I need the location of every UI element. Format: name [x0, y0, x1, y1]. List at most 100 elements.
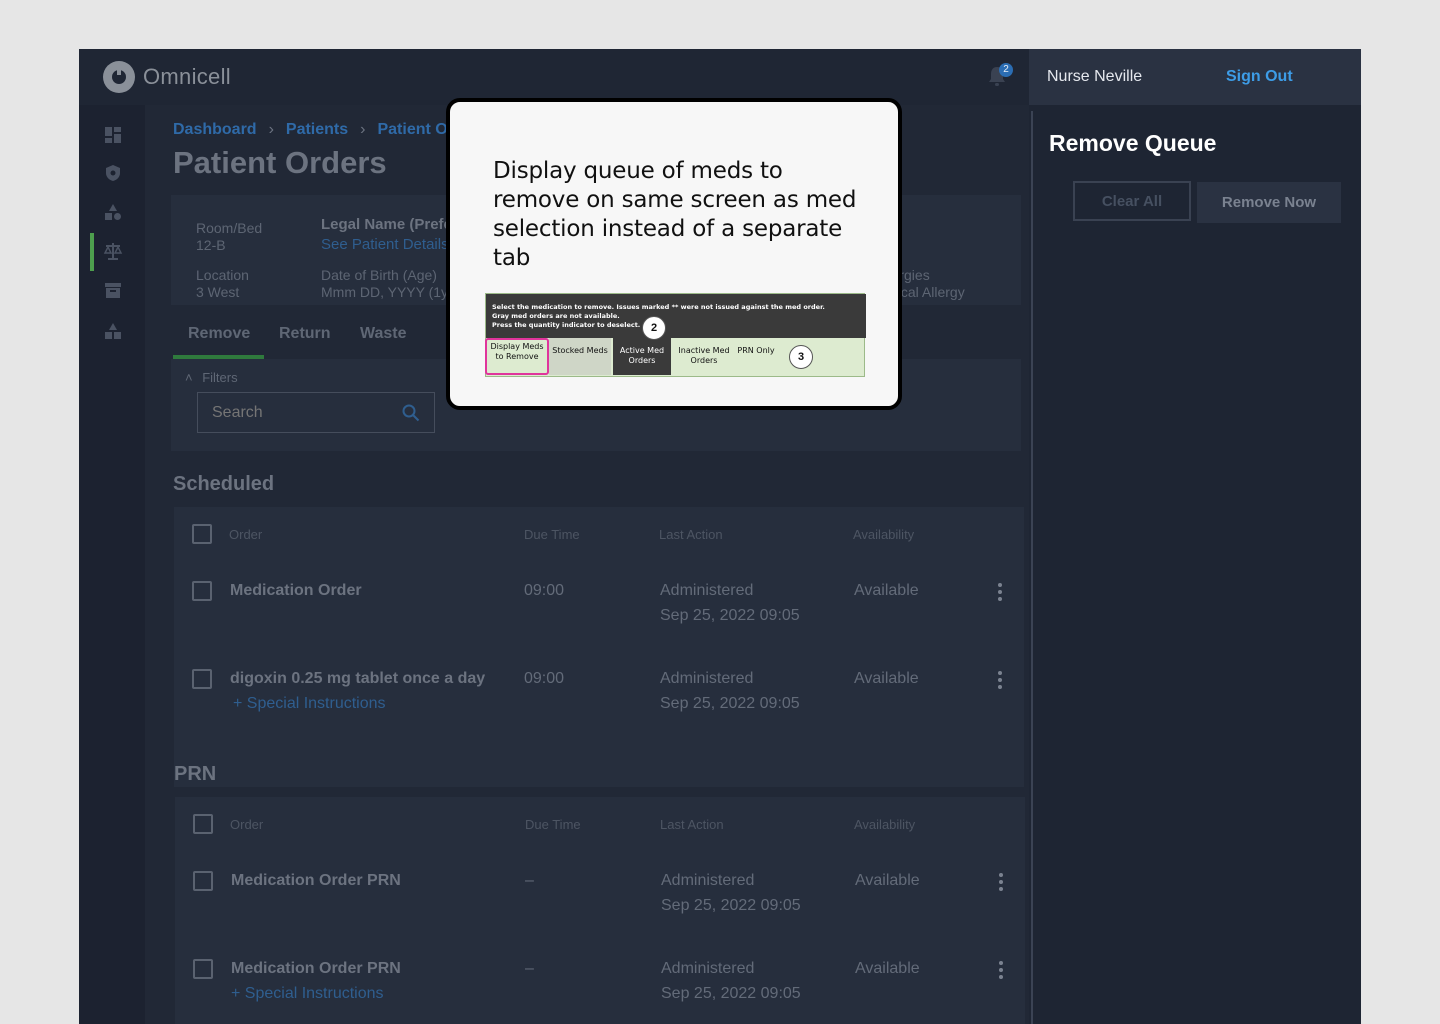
room-value: 12-B	[196, 237, 226, 253]
col-due-time: Due Time	[524, 527, 580, 542]
legacy-line: Gray med orders are not available.	[492, 312, 620, 320]
dashboard-icon[interactable]	[103, 125, 123, 145]
availability: Available	[855, 872, 920, 889]
shield-icon[interactable]	[103, 163, 123, 183]
col-availability: Availability	[854, 817, 916, 832]
shapes-icon[interactable]	[103, 202, 123, 222]
row-checkbox[interactable]	[192, 669, 212, 689]
prn-section-title: PRN	[174, 763, 217, 785]
kebab-icon[interactable]	[999, 873, 1003, 891]
kebab-icon[interactable]	[999, 961, 1003, 979]
select-all-checkbox[interactable]	[193, 814, 213, 834]
search-box	[197, 392, 435, 433]
user-name: Nurse Neville	[1047, 68, 1143, 85]
legacy-line: Select the medication to remove. Issues …	[492, 303, 825, 311]
flask-icon[interactable]	[103, 321, 123, 341]
filters-label: Filters	[202, 370, 238, 385]
last-action-time: Sep 25, 2022 09:05	[661, 897, 801, 914]
tab-remove[interactable]: Remove	[188, 325, 250, 343]
user-bar: Nurse Neville Sign Out	[1029, 49, 1361, 105]
legacy-tab-prn: PRN Only	[737, 346, 775, 355]
legacy-tab-stocked: Stocked Meds	[549, 338, 611, 375]
tab-return[interactable]: Return	[279, 325, 331, 343]
last-action: Administered	[660, 670, 754, 687]
legacy-tab-inactive: Inactive Med Orders	[678, 346, 730, 365]
see-patient-details-link[interactable]: See Patient Details	[321, 236, 449, 253]
archive-icon[interactable]	[103, 280, 123, 300]
legacy-instructions: Select the medication to remove. Issues …	[486, 294, 866, 338]
chevron-up-icon: ˄	[185, 370, 193, 385]
nav-active-indicator	[90, 233, 94, 271]
order-name: Medication Order PRN	[231, 960, 401, 977]
order-name: Medication Order PRN	[231, 872, 401, 889]
due-time: –	[525, 960, 534, 977]
legacy-screen-thumbnail: Select the medication to remove. Issues …	[485, 293, 866, 377]
annotation-callout: Display queue of meds to remove on same …	[446, 98, 902, 410]
queue-divider	[1031, 111, 1033, 1024]
due-time: 09:00	[524, 670, 565, 687]
availability: Available	[854, 582, 919, 599]
badge-number-3: 3	[789, 345, 813, 369]
brand-logo[interactable]: Omnicell	[103, 61, 231, 93]
col-order: Order	[229, 527, 263, 542]
top-bar: Omnicell 2	[79, 49, 1029, 105]
legacy-tab-active: Active Med Orders	[613, 338, 671, 375]
due-time: 09:00	[524, 582, 565, 599]
dob-value: Mmm DD, YYYY (1y)	[321, 284, 453, 300]
brand-name: Omnicell	[143, 64, 231, 89]
special-instructions-link[interactable]: + Special Instructions	[231, 985, 384, 1003]
sign-out-link[interactable]: Sign Out	[1226, 68, 1293, 86]
row-checkbox[interactable]	[192, 581, 212, 601]
due-time: –	[525, 872, 534, 889]
search-icon[interactable]	[402, 404, 420, 422]
last-action-time: Sep 25, 2022 09:05	[660, 607, 800, 624]
chevron-right-icon: ›	[360, 121, 366, 138]
last-action: Administered	[661, 872, 755, 889]
special-instructions-link[interactable]: + Special Instructions	[233, 695, 386, 713]
filters-toggle[interactable]: ˄ Filters	[185, 370, 238, 385]
prn-table: Order Due Time Last Action Availability …	[175, 797, 1025, 1024]
chevron-right-icon: ›	[268, 121, 274, 138]
badge-number-2: 2	[642, 316, 666, 340]
legacy-line: Press the quantity indicator to deselect…	[492, 321, 641, 329]
breadcrumb: Dashboard › Patients › Patient Orders	[173, 121, 488, 139]
col-order: Order	[230, 817, 264, 832]
callout-text: Display queue of meds to remove on same …	[493, 158, 857, 271]
row-checkbox[interactable]	[193, 959, 213, 979]
legacy-tab-display-meds: Display Meds to Remove	[485, 338, 549, 375]
scheduled-table: Order Due Time Last Action Availability …	[174, 507, 1024, 787]
search-input[interactable]	[212, 404, 392, 422]
remove-now-button[interactable]: Remove Now	[1197, 182, 1341, 223]
scale-icon[interactable]	[103, 241, 123, 261]
room-label: Room/Bed	[196, 220, 263, 236]
breadcrumb-dashboard[interactable]: Dashboard	[173, 121, 257, 139]
availability: Available	[854, 670, 919, 687]
last-action: Administered	[661, 960, 755, 977]
clear-all-button[interactable]: Clear All	[1073, 181, 1191, 221]
tab-waste[interactable]: Waste	[360, 325, 407, 343]
order-name: digoxin 0.25 mg tablet once a day	[230, 670, 486, 687]
last-action-time: Sep 25, 2022 09:05	[660, 695, 800, 712]
select-all-checkbox[interactable]	[192, 524, 212, 544]
remove-queue-title: Remove Queue	[1049, 130, 1217, 156]
kebab-icon[interactable]	[998, 583, 1002, 601]
remove-queue-panel: Remove Queue Clear All Remove Now	[1029, 105, 1361, 1024]
col-last-action: Last Action	[659, 527, 723, 542]
dob-label: Date of Birth (Age)	[321, 267, 437, 283]
page-title: Patient Orders	[173, 145, 387, 180]
last-action: Administered	[660, 582, 754, 599]
kebab-icon[interactable]	[998, 671, 1002, 689]
omnicell-logo-icon	[103, 61, 135, 93]
breadcrumb-patients[interactable]: Patients	[286, 121, 348, 139]
order-name: Medication Order	[230, 582, 362, 599]
last-action-time: Sep 25, 2022 09:05	[661, 985, 801, 1002]
side-nav	[79, 105, 145, 1024]
location-label: Location	[196, 267, 249, 283]
location-value: 3 West	[196, 284, 240, 300]
col-availability: Availability	[853, 527, 915, 542]
col-last-action: Last Action	[660, 817, 724, 832]
availability: Available	[855, 960, 920, 977]
scheduled-section-title: Scheduled	[173, 473, 275, 495]
col-due-time: Due Time	[525, 817, 581, 832]
row-checkbox[interactable]	[193, 871, 213, 891]
